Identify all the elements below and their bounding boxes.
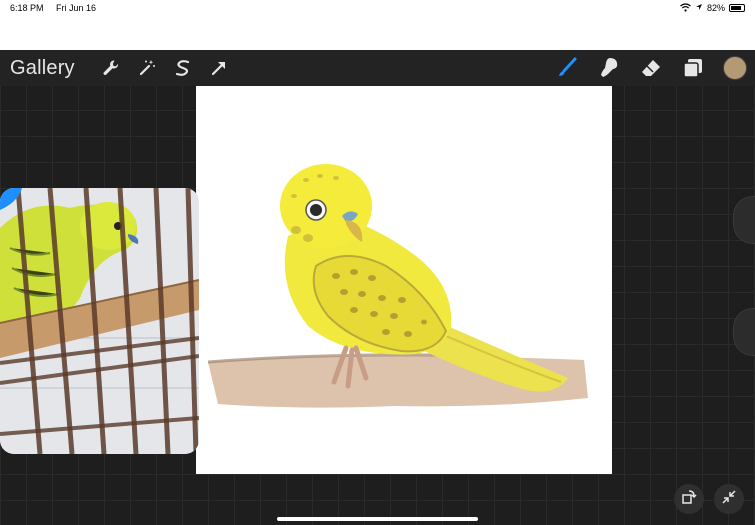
transform-arrow-icon[interactable] <box>201 50 237 86</box>
reference-image-window[interactable] <box>0 188 199 454</box>
battery-icon <box>729 4 745 12</box>
layers-icon[interactable] <box>675 50 711 86</box>
reference-photo <box>0 188 199 454</box>
color-picker-swatch[interactable] <box>723 56 747 80</box>
selection-icon[interactable] <box>165 50 201 86</box>
status-time: 6:18 PM <box>10 3 44 13</box>
drawing-canvas[interactable] <box>196 86 612 474</box>
right-toolset <box>549 50 747 86</box>
collapse-button[interactable] <box>714 484 744 514</box>
rotate-window-icon <box>681 489 697 510</box>
budgie-painting <box>207 164 588 408</box>
status-bar: 6:18 PM Fri Jun 16 82% <box>0 0 755 16</box>
magic-wand-icon[interactable] <box>129 50 165 86</box>
eraser-icon[interactable] <box>633 50 669 86</box>
battery-percent: 82% <box>706 3 725 13</box>
home-indicator[interactable] <box>277 517 478 521</box>
smudge-icon[interactable] <box>591 50 627 86</box>
brush-icon[interactable] <box>549 50 585 86</box>
gallery-button[interactable]: Gallery <box>10 57 75 80</box>
rotate-button[interactable] <box>674 484 704 514</box>
top-toolbar: Gallery <box>0 50 755 86</box>
wrench-icon[interactable] <box>93 50 129 86</box>
collapse-arrows-icon <box>721 489 737 510</box>
location-icon <box>695 3 703 13</box>
top-spacer <box>0 16 755 50</box>
wifi-icon <box>680 2 691 14</box>
status-date: Fri Jun 16 <box>56 3 97 13</box>
